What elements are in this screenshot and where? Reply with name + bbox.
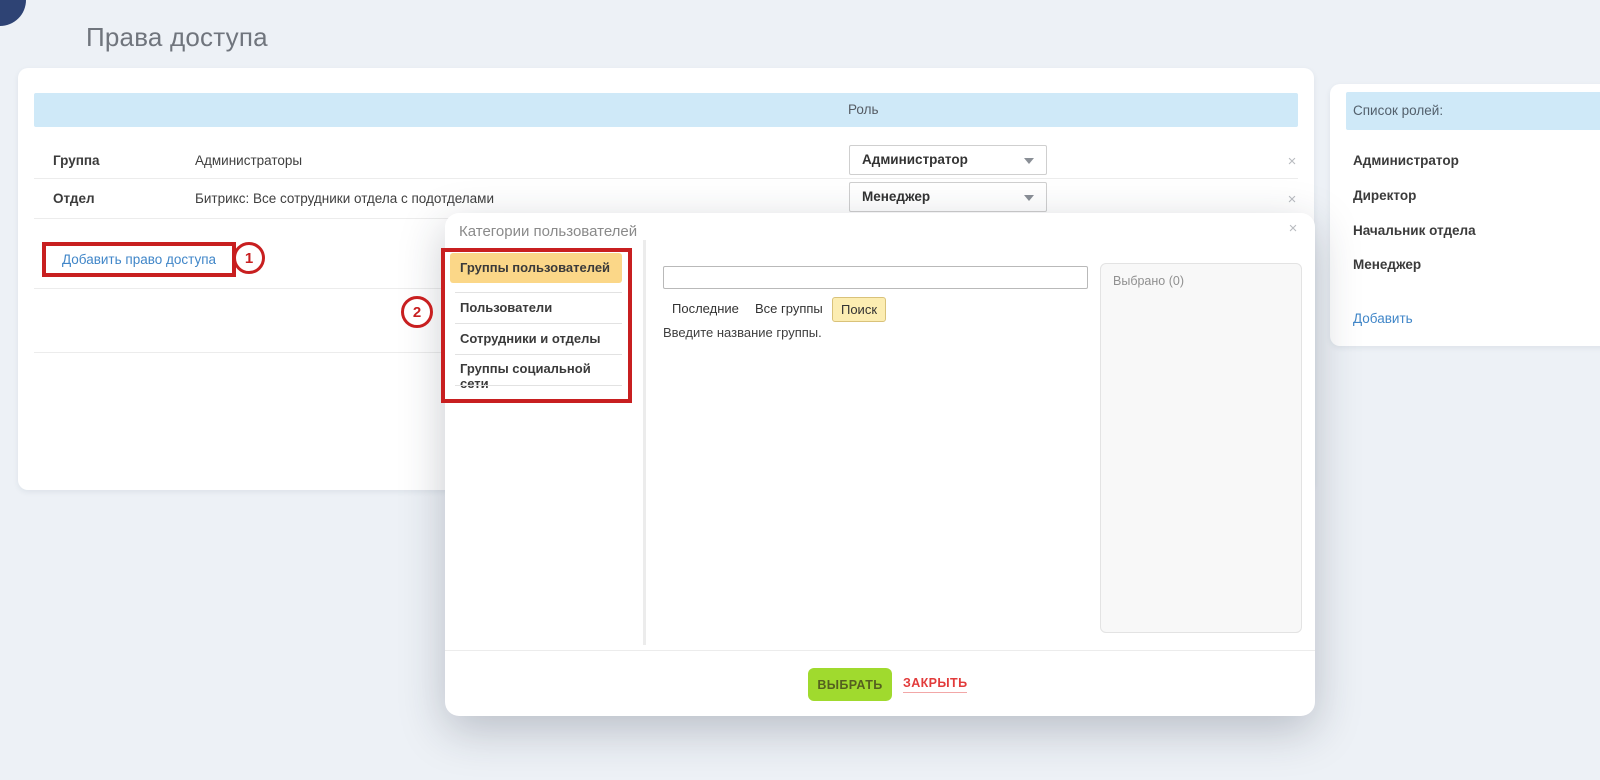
add-access-right-link[interactable]: Добавить право доступа [62,252,216,267]
corner-decoration [0,0,26,26]
category-item-employees[interactable]: Сотрудники и отделы [460,331,622,346]
role-select-group-value: Администратор [862,152,968,167]
page-title: Права доступа [86,22,268,53]
row-value-department: Битрикс: Все сотрудники отдела с подотде… [195,191,494,206]
roles-list-panel: Список ролей: Администратор Директор Нач… [1330,84,1600,346]
add-role-link[interactable]: Добавить [1353,311,1413,326]
selected-items-panel: Выбрано (0) [1100,263,1302,633]
category-item-user-groups[interactable]: Группы пользователей [450,253,622,283]
role-item-head[interactable]: Начальник отдела [1353,223,1476,238]
role-column-header: Роль [848,93,879,127]
tab-all-groups[interactable]: Все группы [755,301,823,316]
annotation-step-2: 2 [401,296,433,328]
chevron-down-icon [1024,158,1034,164]
modal-column-separator [643,240,646,645]
row-label-department: Отдел [53,191,95,206]
annotation-step-1: 1 [233,242,265,274]
category-divider [455,385,622,386]
role-select-group[interactable]: Администратор [849,145,1047,175]
category-item-social-groups[interactable]: Группы социальной сети [460,361,622,391]
modal-footer-divider [445,650,1315,651]
role-select-department[interactable]: Менеджер [849,182,1047,212]
remove-row-icon[interactable]: × [1284,192,1300,208]
selected-count-label: Выбрано (0) [1113,274,1184,288]
category-divider [455,323,622,324]
role-select-department-value: Менеджер [862,189,930,204]
remove-row-icon[interactable]: × [1284,154,1300,170]
close-button[interactable]: ЗАКРЫТЬ [903,676,967,693]
category-divider [455,354,622,355]
row-value-group: Администраторы [195,153,302,168]
table-header-band [34,93,1298,127]
category-item-users[interactable]: Пользователи [460,300,622,315]
tab-recent[interactable]: Последние [672,301,739,316]
tab-search[interactable]: Поиск [832,297,886,322]
annotation-box-add-access: Добавить право доступа [42,242,236,277]
modal-close-icon[interactable]: × [1285,221,1301,237]
modal-title: Категории пользователей [459,223,637,240]
row-divider [34,178,1298,179]
user-categories-modal: Категории пользователей × Группы пользов… [445,213,1315,716]
search-hint-text: Введите название группы. [663,325,822,340]
roles-list-title: Список ролей: [1353,92,1443,130]
access-rights-page: Права доступа Роль Группа Администраторы… [0,0,1600,780]
select-button[interactable]: ВЫБРАТЬ [808,668,892,701]
chevron-down-icon [1024,195,1034,201]
row-label-group: Группа [53,153,100,168]
role-item-director[interactable]: Директор [1353,188,1416,203]
group-search-input[interactable] [663,266,1088,289]
category-divider [455,292,622,293]
role-item-admin[interactable]: Администратор [1353,153,1459,168]
role-item-manager[interactable]: Менеджер [1353,257,1421,272]
